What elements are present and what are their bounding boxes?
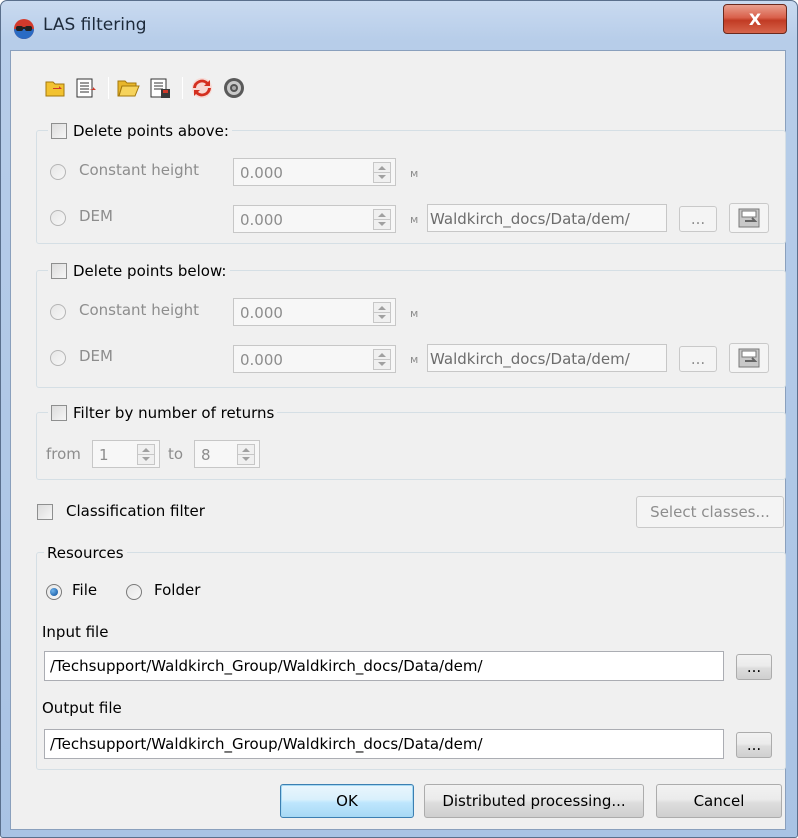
open-folder-icon[interactable] <box>114 74 142 102</box>
classification-filter-label: Classification filter <box>66 502 205 520</box>
delete-above-dem-radio[interactable] <box>50 210 66 226</box>
folder-radio[interactable] <box>126 584 142 600</box>
app-icon <box>14 19 34 39</box>
spin-arrows[interactable] <box>237 444 255 465</box>
delete-below-dem-label: DEM <box>79 347 113 365</box>
folder-save-icon <box>738 348 760 368</box>
input-file-label: Input file <box>42 623 109 641</box>
delete-above-constant-radio[interactable] <box>50 164 66 180</box>
cancel-button[interactable]: Cancel <box>656 784 782 818</box>
returns-to-label: to <box>168 445 184 463</box>
delete-above-dem-path[interactable]: Waldkirch_docs/Data/dem/ <box>427 204 667 232</box>
window-title: LAS filtering <box>43 15 147 35</box>
returns-filter-checkbox[interactable] <box>51 405 67 421</box>
save-as-icon[interactable] <box>146 74 174 102</box>
delete-below-checkbox[interactable] <box>51 263 67 279</box>
returns-to-input[interactable]: 8 <box>194 440 260 468</box>
spin-arrows[interactable] <box>373 349 391 370</box>
open-settings-icon[interactable] <box>42 74 70 102</box>
spin-arrows[interactable] <box>137 444 155 465</box>
delete-above-label: Delete points above: <box>73 122 229 140</box>
input-file-field[interactable]: /Techsupport/Waldkirch_Group/Waldkirch_d… <box>44 651 724 681</box>
file-radio-label: File <box>72 581 98 599</box>
unit-label: м <box>410 167 419 180</box>
spin-arrows[interactable] <box>373 162 391 183</box>
delete-below-browse-button[interactable]: ... <box>679 346 717 372</box>
delete-above-dem-label: DEM <box>79 207 113 225</box>
delete-above-dem-input[interactable]: 0.000 <box>233 205 396 233</box>
refresh-icon[interactable] <box>188 74 216 102</box>
returns-filter-header: Filter by number of returns <box>48 401 278 425</box>
unit-label: м <box>410 353 419 366</box>
delete-below-dem-path[interactable]: Waldkirch_docs/Data/dem/ <box>427 344 667 372</box>
delete-above-browse-button[interactable]: ... <box>679 206 717 232</box>
output-file-label: Output file <box>42 699 122 717</box>
returns-filter-label: Filter by number of returns <box>73 404 275 422</box>
folder-radio-label: Folder <box>154 581 201 599</box>
folder-save-icon <box>738 208 760 228</box>
ok-button[interactable]: OK <box>280 784 414 818</box>
delete-above-checkbox[interactable] <box>51 123 67 139</box>
delete-below-header: Delete points below: <box>48 259 230 283</box>
delete-above-header: Delete points above: <box>48 119 232 143</box>
delete-above-open-button[interactable] <box>729 203 769 233</box>
input-file-browse-button[interactable]: ... <box>736 654 772 680</box>
select-classes-button[interactable]: Select classes... <box>636 496 784 528</box>
spin-arrows[interactable] <box>373 209 391 230</box>
unit-label: м <box>410 213 419 226</box>
file-radio[interactable] <box>46 584 62 600</box>
returns-from-input[interactable]: 1 <box>92 440 160 468</box>
resources-header: Resources <box>44 542 127 564</box>
delete-below-label: Delete points below: <box>73 262 227 280</box>
spin-arrows[interactable] <box>373 302 391 323</box>
delete-above-constant-input[interactable]: 0.000 <box>233 158 396 186</box>
title-bar[interactable]: LAS filtering X <box>1 1 797 51</box>
toolbar-separator <box>182 77 183 99</box>
delete-below-constant-label: Constant height <box>79 301 200 319</box>
close-button[interactable]: X <box>723 4 787 34</box>
classification-filter-checkbox[interactable] <box>37 504 53 520</box>
distributed-processing-button[interactable]: Distributed processing... <box>424 784 644 818</box>
delete-below-open-button[interactable] <box>729 343 769 373</box>
output-file-browse-button[interactable]: ... <box>736 732 772 758</box>
delete-below-constant-input[interactable]: 0.000 <box>233 298 396 326</box>
delete-above-constant-label: Constant height <box>79 161 200 179</box>
output-file-field[interactable]: /Techsupport/Waldkirch_Group/Waldkirch_d… <box>44 729 724 759</box>
delete-above-group <box>36 130 786 244</box>
returns-from-label: from <box>46 445 81 463</box>
save-settings-icon[interactable] <box>72 74 100 102</box>
toolbar-separator <box>108 77 109 99</box>
delete-below-dem-radio[interactable] <box>50 350 66 366</box>
unit-label: м <box>410 307 419 320</box>
delete-below-dem-input[interactable]: 0.000 <box>233 345 396 373</box>
delete-below-group <box>36 270 786 388</box>
settings-icon[interactable] <box>220 74 248 102</box>
delete-below-constant-radio[interactable] <box>50 304 66 320</box>
